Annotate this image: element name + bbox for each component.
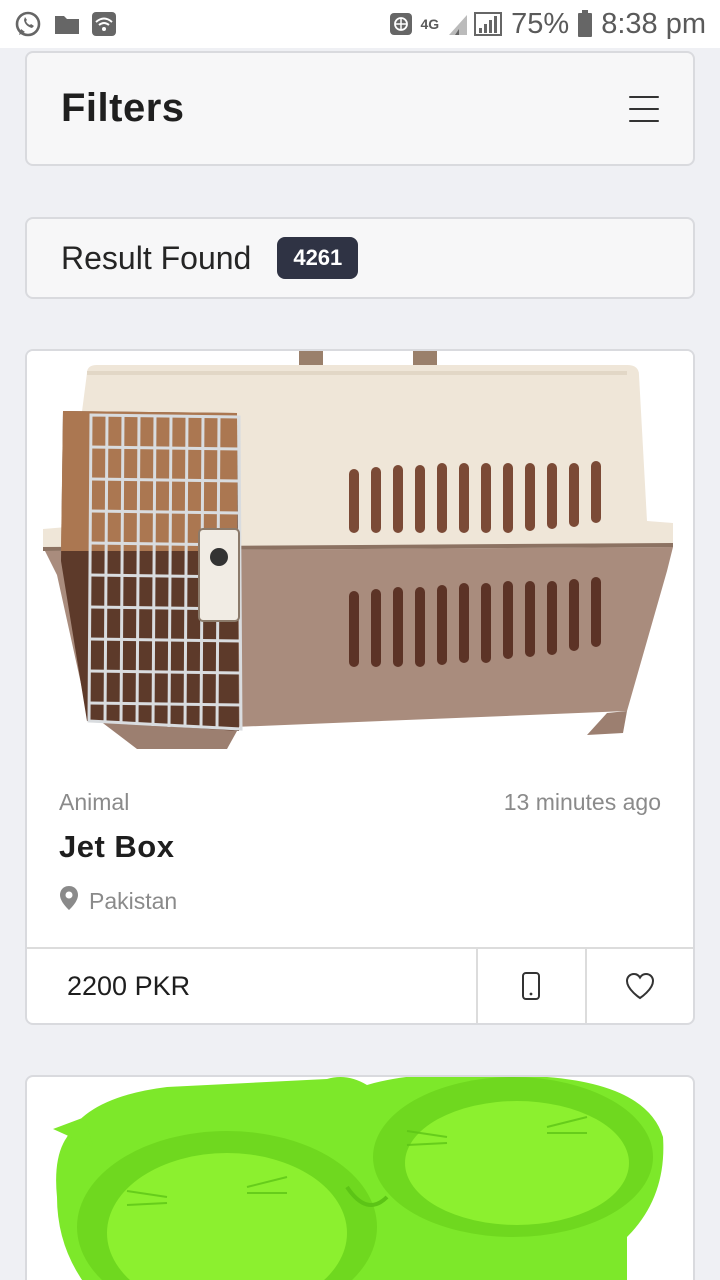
filters-title: Filters — [61, 86, 185, 130]
whatsapp-icon — [14, 10, 42, 38]
result-count-badge: 4261 — [277, 237, 359, 279]
status-bar-left — [14, 10, 116, 38]
call-button[interactable] — [478, 949, 587, 1023]
vpn-icon — [390, 13, 413, 35]
folder-icon — [54, 13, 80, 35]
listing-title[interactable]: Jet Box — [59, 829, 174, 865]
signal-icon — [447, 11, 503, 37]
result-count-panel: Result Found 4261 — [25, 217, 695, 299]
listing-price: 2200 PKR — [27, 949, 478, 1023]
hamburger-menu-icon[interactable] — [629, 95, 659, 122]
battery-percent: 75% — [511, 7, 570, 40]
listing-posted-time: 13 minutes ago — [503, 789, 661, 815]
favorite-button[interactable] — [587, 949, 694, 1023]
listing-image-pet-bowl[interactable] — [27, 1077, 693, 1280]
listing-price-bar: 2200 PKR — [27, 947, 693, 1023]
heart-icon — [625, 972, 654, 1000]
listing-category: Animal — [59, 789, 130, 815]
battery-icon — [577, 10, 593, 38]
listing-meta-row: Animal 13 minutes ago — [59, 789, 661, 816]
status-bar-right: 4G 75% 8:38 pm — [390, 8, 706, 41]
listing-card[interactable] — [25, 1075, 695, 1280]
status-bar: 4G 75% 8:38 pm — [0, 0, 720, 48]
clock: 8:38 pm — [601, 7, 706, 40]
phone-icon — [522, 972, 541, 1000]
listing-location-text: Pakistan — [89, 887, 178, 914]
wifi-icon — [92, 12, 116, 36]
result-found-label: Result Found — [61, 239, 252, 276]
network-type-label: 4G — [420, 16, 440, 32]
filters-panel[interactable]: Filters — [25, 51, 695, 166]
listing-card[interactable]: Animal 13 minutes ago Jet Box Pakistan 2… — [25, 349, 695, 1025]
location-pin-icon — [59, 885, 79, 917]
listing-image-pet-carrier[interactable] — [27, 351, 693, 751]
listing-location: Pakistan — [59, 885, 177, 917]
